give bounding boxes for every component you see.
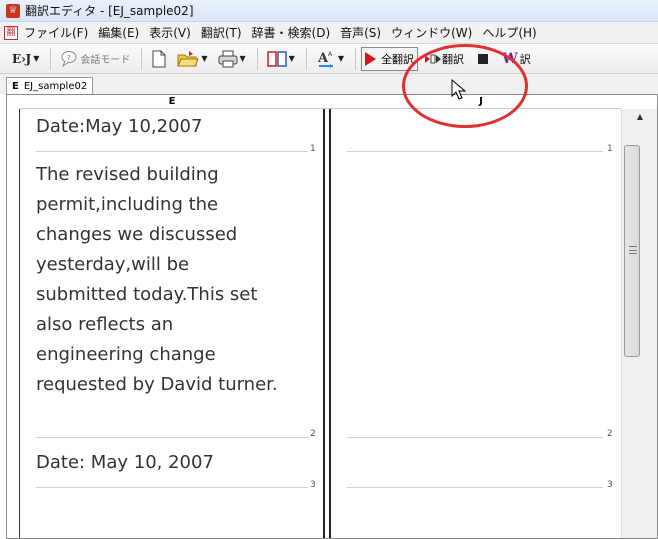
new-document-button[interactable]	[147, 47, 171, 71]
translation-editor-pane: E J Date:May 10,2007 1 The revised build…	[6, 94, 658, 539]
source-segment-2-line-2[interactable]: permit,including the	[36, 191, 218, 219]
segment-number: 3	[607, 480, 613, 490]
grip-icon	[629, 246, 637, 254]
source-segment-2-line-3[interactable]: changes we discussed	[36, 221, 237, 249]
segment-number: 2	[607, 429, 613, 439]
conversation-mode-button[interactable]: ? 会話モード	[56, 47, 134, 71]
speech-bubble-icon: ?	[61, 50, 77, 67]
mouse-cursor-icon	[451, 79, 467, 100]
target-column-header: J	[335, 95, 627, 109]
tab-ej-sample02[interactable]: E EJ_sample02	[6, 77, 94, 95]
translation-direction-label: E›J	[12, 51, 32, 66]
conversation-mode-label: 会話モード	[80, 55, 131, 66]
menu-dictionary-search[interactable]: 辞書・検索(D)	[252, 24, 331, 41]
source-segment-2-line-8[interactable]: requested by David turner.	[36, 371, 278, 399]
document-menu-icon[interactable]: 翻	[4, 25, 18, 40]
source-segment-2-line-4[interactable]: yesterday,will be	[36, 251, 189, 279]
printer-icon	[218, 50, 238, 67]
segment-divider	[36, 487, 308, 488]
translate-button[interactable]: 翻訳	[420, 47, 468, 71]
chevron-down-icon: ▼	[33, 54, 40, 63]
scroll-up-arrow-icon[interactable]: ▲	[622, 109, 657, 125]
open-folder-icon	[177, 50, 200, 66]
segment-divider	[347, 437, 603, 438]
source-segment-2-line-1[interactable]: The revised building	[36, 161, 219, 189]
translate-step-icon	[424, 54, 441, 63]
tab-label: EJ_sample02	[23, 80, 88, 92]
font-size-icon: AA	[317, 51, 333, 68]
font-size-button[interactable]: AA ▼	[312, 47, 348, 71]
scrollbar-thumb[interactable]	[624, 145, 640, 357]
source-segment-2-line-6[interactable]: also reflects an	[36, 311, 173, 339]
menu-bar: 翻 ファイル(F) 編集(E) 表示(V) 翻訳(T) 辞書・検索(D) 音声(…	[0, 22, 658, 44]
source-column-header: E	[19, 95, 325, 109]
menu-help[interactable]: ヘルプ(H)	[482, 24, 536, 41]
tab-prefix: E	[12, 80, 19, 92]
segment-number: 1	[607, 144, 613, 154]
full-translate-label: 全翻訳	[380, 52, 414, 66]
chevron-down-icon: ▼	[239, 54, 246, 63]
segment-number: 2	[310, 429, 316, 439]
target-text-column[interactable]: 1 2 3	[329, 109, 621, 538]
toolbar-separator	[305, 47, 307, 70]
play-icon	[364, 51, 376, 66]
new-document-icon	[152, 50, 166, 67]
chevron-down-icon: ▼	[201, 54, 208, 63]
word-translate-icon: W	[501, 50, 518, 67]
chevron-down-icon: ▼	[337, 54, 344, 63]
segment-divider	[36, 437, 308, 438]
source-segment-2-line-7[interactable]: engineering change	[36, 341, 216, 369]
segment-divider	[36, 151, 308, 152]
stop-button[interactable]	[470, 47, 496, 71]
two-pane-layout-icon	[266, 50, 287, 67]
layout-button[interactable]: ▼	[263, 47, 299, 71]
partial-translate-label: 訳	[519, 52, 531, 66]
segment-number: 1	[310, 144, 316, 154]
print-button[interactable]: ▼	[214, 47, 250, 71]
menu-window[interactable]: ウィンドウ(W)	[391, 24, 472, 41]
stop-icon	[477, 53, 488, 64]
svg-text:A: A	[328, 51, 333, 58]
partial-translate-button[interactable]: W 訳	[498, 47, 535, 71]
source-segment-3-line-1[interactable]: Date: May 10, 2007	[36, 449, 214, 477]
toolbar-separator	[256, 47, 258, 70]
source-segment-1-line-1[interactable]: Date:May 10,2007	[36, 113, 202, 141]
translation-direction-button[interactable]: E›J ▼	[8, 47, 43, 71]
source-text-column[interactable]: Date:May 10,2007 1 The revised building …	[19, 109, 325, 538]
document-tab-strip: E EJ_sample02	[0, 74, 658, 95]
menu-view[interactable]: 表示(V)	[149, 24, 191, 41]
menu-translate[interactable]: 翻訳(T)	[201, 24, 242, 41]
title-bar: ♕ 翻訳エディタ - [EJ_sample02]	[0, 0, 658, 22]
toolbar-separator	[354, 47, 356, 70]
chevron-down-icon: ▼	[288, 54, 295, 63]
segment-number: 3	[310, 480, 316, 490]
toolbar-separator	[50, 47, 52, 70]
toolbar-separator	[141, 47, 143, 70]
translate-label: 翻訳	[441, 52, 464, 66]
vertical-scrollbar[interactable]: ▲	[621, 109, 657, 538]
full-translate-button[interactable]: 全翻訳	[360, 46, 418, 71]
segment-divider	[347, 487, 603, 488]
window-title: 翻訳エディタ - [EJ_sample02]	[25, 4, 194, 18]
toolbar: E›J ▼ ? 会話モード ▼ ▼ ▼ AA ▼ 全翻訳 翻訳 W 訳	[0, 44, 658, 74]
svg-text:?: ?	[67, 54, 71, 62]
app-icon: ♕	[6, 3, 20, 18]
menu-edit[interactable]: 編集(E)	[98, 24, 139, 41]
open-document-button[interactable]: ▼	[173, 47, 211, 71]
source-segment-2-line-5[interactable]: submitted today.This set	[36, 281, 257, 309]
menu-speech[interactable]: 音声(S)	[340, 24, 381, 41]
menu-file[interactable]: ファイル(F)	[24, 24, 88, 41]
segment-divider	[347, 151, 603, 152]
